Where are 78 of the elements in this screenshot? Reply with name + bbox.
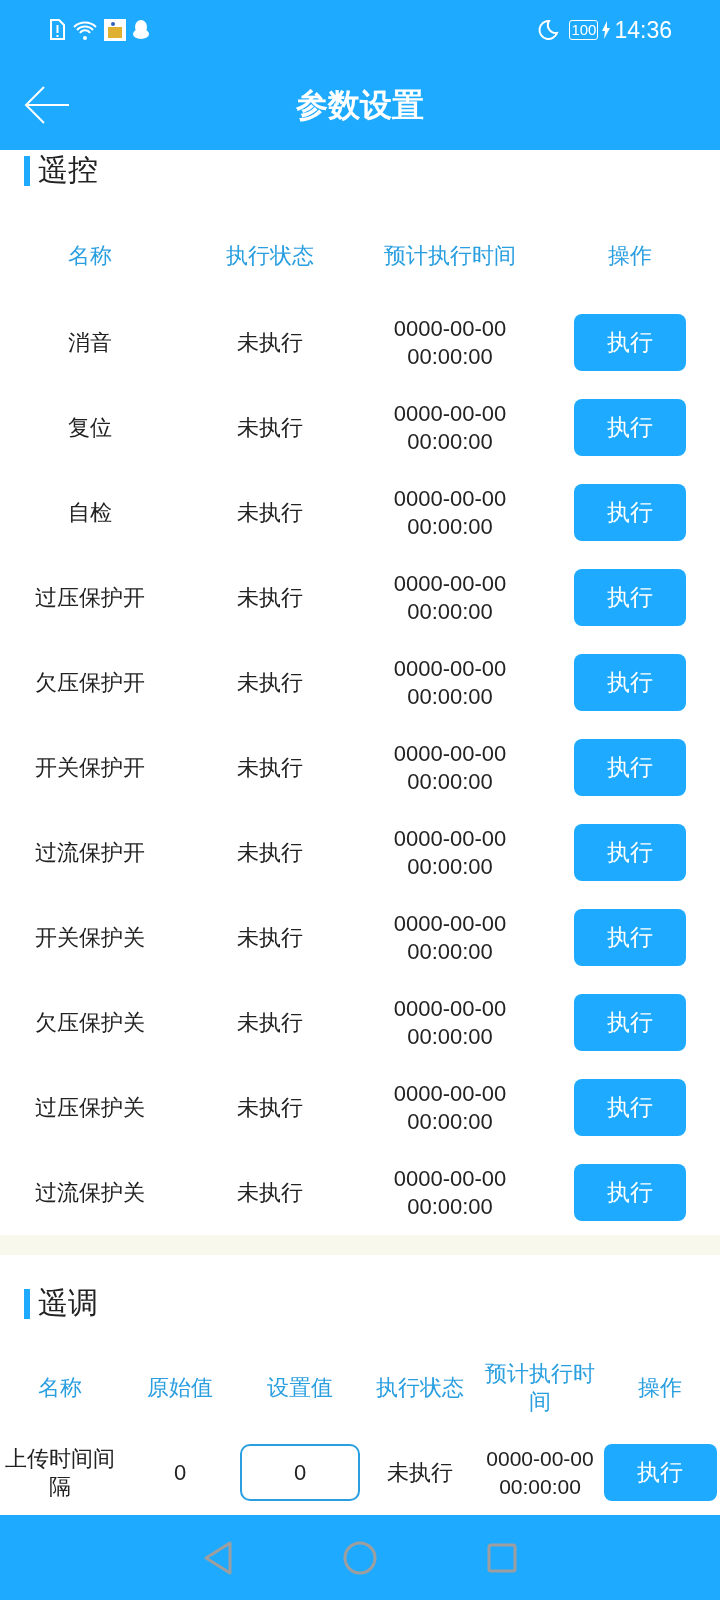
- back-button[interactable]: [22, 85, 72, 125]
- table-cell-text: 0000-00-00 00:00:00: [392, 994, 508, 1051]
- execute-button[interactable]: 执行: [574, 824, 686, 881]
- table-cell-text: 未执行: [237, 499, 303, 527]
- execute-button[interactable]: 执行: [574, 994, 686, 1051]
- penguin-icon: [132, 19, 150, 41]
- column-header: 名称: [68, 241, 112, 270]
- table-cell-text: 开关保护关: [35, 924, 145, 952]
- table-cell-text: 未执行: [237, 754, 303, 782]
- table-cell-text: 未执行: [237, 1009, 303, 1037]
- table-cell-text: 复位: [68, 414, 112, 442]
- table-cell-text: 未执行: [237, 1094, 303, 1122]
- recents-nav-icon[interactable]: [487, 1542, 517, 1573]
- table-cell-text: 未执行: [237, 669, 303, 697]
- table-cell-text: 未执行: [237, 1179, 303, 1207]
- column-header: 预计执行时间: [484, 1359, 596, 1416]
- table-cell-text: 欠压保护开: [35, 669, 145, 697]
- moon-icon: [537, 19, 560, 41]
- execute-button[interactable]: 执行: [574, 484, 686, 541]
- wifi-icon: [72, 19, 98, 41]
- column-header: 名称: [37, 1373, 83, 1402]
- table-cell-text: 未执行: [237, 329, 303, 357]
- table-cell-text: 0000-00-00 00:00:00: [392, 399, 508, 456]
- table-cell-text: 自检: [68, 499, 112, 527]
- table-cell-text: 0000-00-00 00:00:00: [392, 314, 508, 371]
- column-header: 原始值: [146, 1373, 214, 1402]
- table-cell-text: 0000-00-00 00:00:00: [392, 739, 508, 796]
- table-cell-text: 开关保护开: [35, 754, 145, 782]
- table-cell-text: 0000-00-00 00:00:00: [392, 484, 508, 541]
- table-cell-text: 消音: [68, 329, 112, 357]
- column-header: 执行状态: [375, 1373, 465, 1402]
- title-accent-bar: [24, 1289, 30, 1319]
- back-nav-icon[interactable]: [203, 1540, 233, 1575]
- execute-button[interactable]: 执行: [574, 314, 686, 371]
- table-cell-text: 过压保护开: [35, 584, 145, 612]
- table-cell-text: 未执行: [387, 1459, 453, 1487]
- execute-button[interactable]: 执行: [603, 1444, 717, 1501]
- execute-button[interactable]: 执行: [574, 1079, 686, 1136]
- table-cell-text: 0000-00-00 00:00:00: [392, 1079, 508, 1136]
- table-cell-text: 0000-00-00 00:00:00: [392, 824, 508, 881]
- table-cell-text: 过流保护关: [35, 1179, 145, 1207]
- column-header: 操作: [608, 241, 652, 270]
- execute-button[interactable]: 执行: [574, 909, 686, 966]
- table-cell-text: 欠压保护关: [35, 1009, 145, 1037]
- value-input-field[interactable]: 0: [240, 1444, 360, 1501]
- section-title: 遥控: [38, 152, 98, 188]
- column-header: 设置值: [266, 1373, 334, 1402]
- table-cell-text: 0000-00-00 00:00:00: [485, 1445, 595, 1500]
- table-cell-text: 0000-00-00 00:00:00: [392, 569, 508, 626]
- charging-icon: [602, 21, 611, 39]
- page-title: 参数设置: [296, 86, 424, 125]
- table-cell-text: 0: [173, 1459, 187, 1487]
- column-header: 预计执行时间: [384, 241, 516, 270]
- app-icon: [104, 19, 126, 41]
- table-cell-text: 未执行: [237, 414, 303, 442]
- execute-button[interactable]: 执行: [574, 739, 686, 796]
- table-cell-text: 过压保护关: [35, 1094, 145, 1122]
- table-cell-text: 0000-00-00 00:00:00: [392, 654, 508, 711]
- execute-button[interactable]: 执行: [574, 569, 686, 626]
- execute-button[interactable]: 执行: [574, 399, 686, 456]
- table-cell-text: 0000-00-00 00:00:00: [392, 909, 508, 966]
- column-header: 执行状态: [226, 241, 314, 270]
- sim-alert-icon: [48, 19, 66, 41]
- home-nav-icon[interactable]: [343, 1540, 377, 1575]
- execute-button[interactable]: 执行: [574, 654, 686, 711]
- table-cell-text: 过流保护开: [35, 839, 145, 867]
- title-accent-bar: [24, 156, 30, 186]
- back-arrow-icon: [24, 86, 70, 124]
- clock-time: 14:36: [614, 15, 672, 45]
- battery-level: 100: [569, 20, 599, 40]
- table-cell-text: 未执行: [237, 924, 303, 952]
- table-cell-text: 上传时间间隔: [4, 1444, 116, 1501]
- section-title: 遥调: [38, 1285, 98, 1321]
- execute-button[interactable]: 执行: [574, 1164, 686, 1221]
- column-header: 操作: [637, 1373, 683, 1402]
- table-cell-text: 未执行: [237, 584, 303, 612]
- table-cell-text: 0000-00-00 00:00:00: [392, 1164, 508, 1221]
- table-cell-text: 未执行: [237, 839, 303, 867]
